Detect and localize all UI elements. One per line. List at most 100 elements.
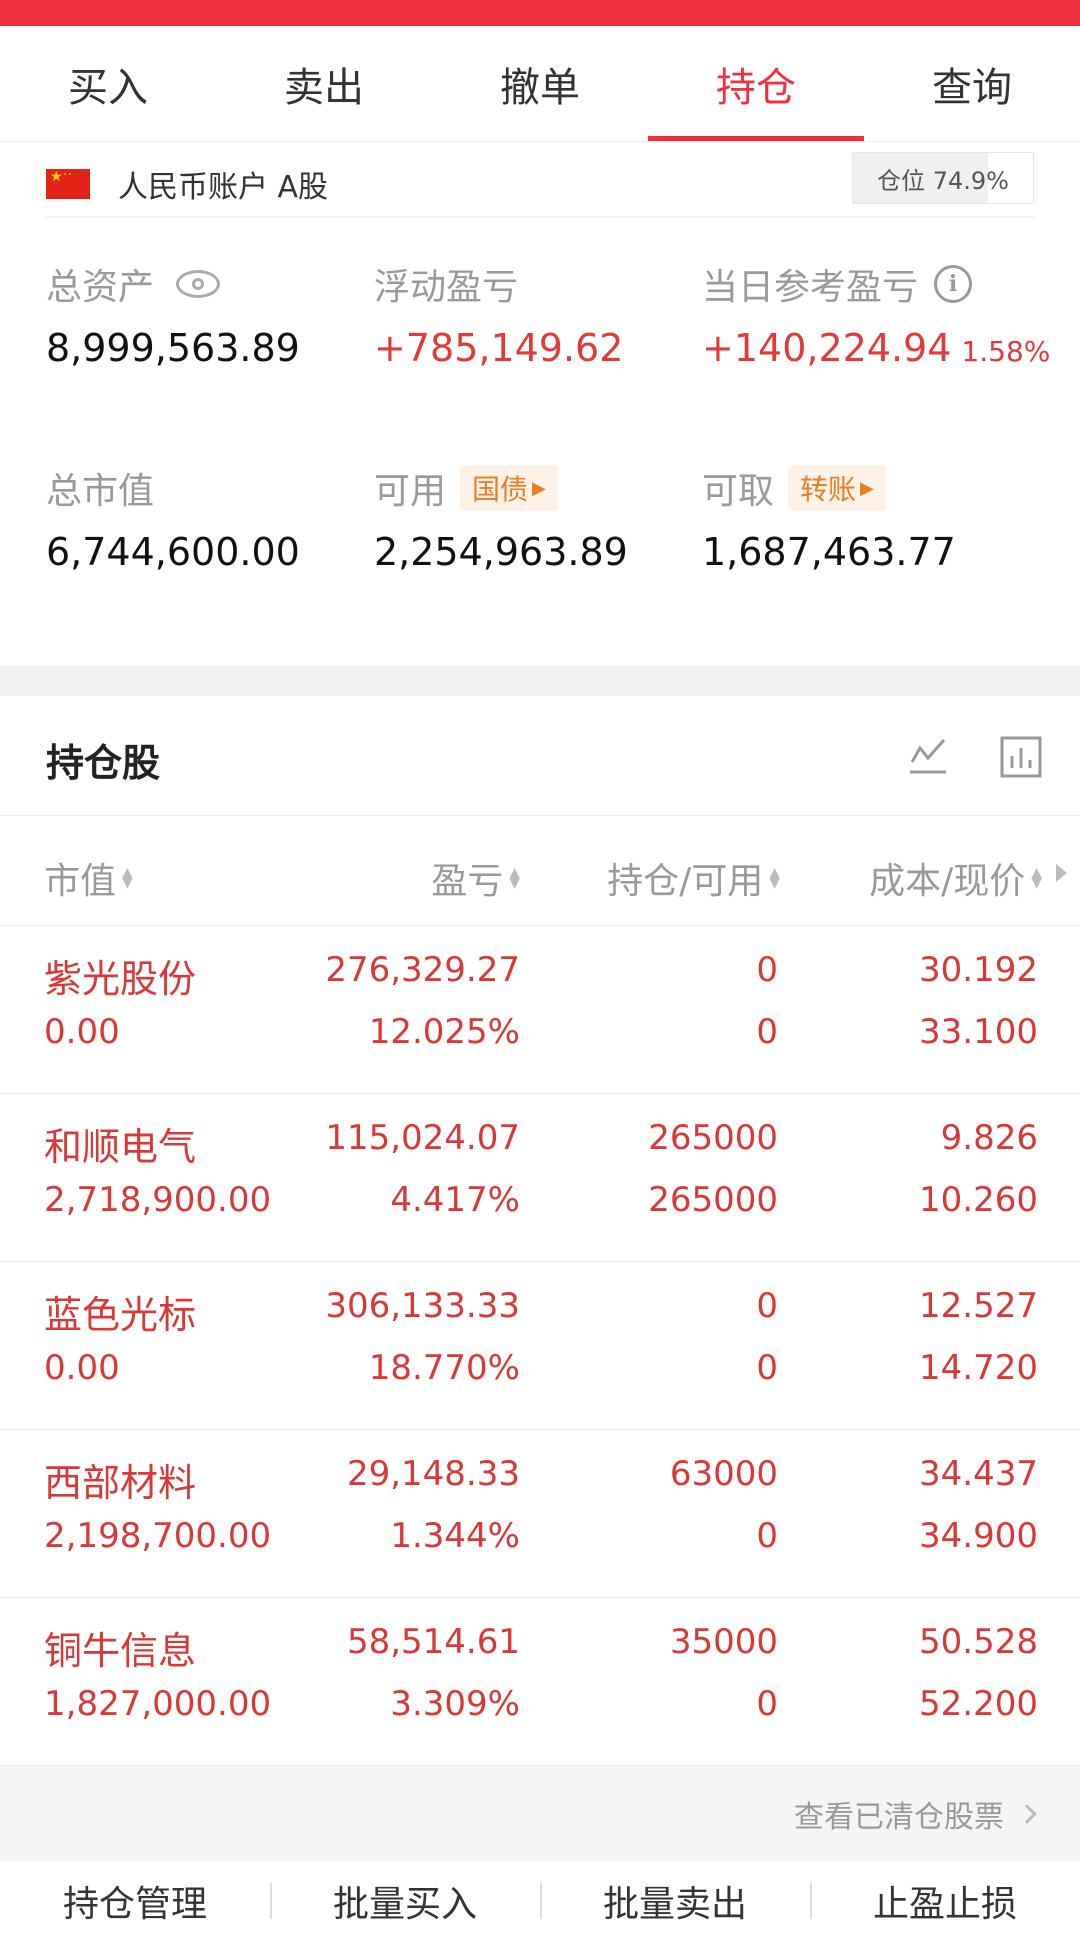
current-price: 33.100: [919, 1012, 1038, 1052]
available-qty: 0: [756, 1684, 778, 1724]
view-cleared-stocks-link[interactable]: 查看已清仓股票: [794, 1792, 1037, 1836]
floating-pnl: 浮动盈亏 +785,149.62: [374, 260, 623, 370]
sort-pnl[interactable]: 盈亏 ▲ ▼: [431, 852, 520, 904]
cost-price: 9.826: [940, 1118, 1038, 1158]
status-bar: [0, 0, 1080, 26]
bottom-action-bar: 持仓管理 批量买入 批量卖出 止盈止损: [0, 1862, 1080, 1940]
floating-pnl-label: 浮动盈亏: [374, 267, 519, 308]
pnl-amount: 115,024.07: [325, 1118, 520, 1158]
pnl-percent: 1.344%: [390, 1516, 520, 1556]
market-value: 0.00: [44, 1012, 120, 1052]
available-qty: 265000: [648, 1180, 778, 1220]
available-qty: 0: [756, 1516, 778, 1556]
tab-cancel[interactable]: 撤单: [432, 26, 648, 141]
holdings-header: 持仓股: [0, 696, 1080, 816]
col-position-label: 持仓/可用: [607, 861, 764, 902]
market-value: 总市值 6,744,600.00: [46, 464, 300, 574]
bar-chart-icon[interactable]: [1000, 736, 1042, 778]
total-assets-value: 8,999,563.89: [46, 326, 300, 370]
tab-buy[interactable]: 买入: [0, 26, 216, 141]
account-selector[interactable]: 人民币账户 A股 仓位 74.9%: [46, 152, 1034, 218]
holdings-column-header: 市值 ▲ ▼ 盈亏 ▲ ▼ 持仓/可用 ▲ ▼ 成本/现价 ▲ ▼: [0, 816, 1080, 926]
holding-row[interactable]: 和顺电气 2,718,900.00 115,024.07 4.417% 2650…: [0, 1094, 1080, 1262]
market-value: 0.00: [44, 1348, 120, 1388]
available-funds: 可用 国债 ▶ 2,254,963.89: [374, 464, 628, 574]
sort-icon: ▲ ▼: [509, 865, 520, 891]
position-qty: 35000: [669, 1622, 778, 1662]
transfer-button[interactable]: 转账 ▶: [788, 465, 886, 511]
stock-name: 铜牛信息: [44, 1629, 197, 1673]
scroll-right-icon[interactable]: [1056, 864, 1067, 882]
position-qty: 0: [756, 950, 778, 990]
tab-sell[interactable]: 卖出: [216, 26, 432, 141]
total-assets-label: 总资产: [46, 267, 155, 308]
total-assets: 总资产 8,999,563.89: [46, 260, 300, 370]
position-qty: 265000: [648, 1118, 778, 1158]
daily-pnl: 当日参考盈亏 i +140,224.94 1.58%: [702, 260, 1050, 370]
holding-row[interactable]: 蓝色光标 0.00 306,133.33 18.770% 0 0 12.527 …: [0, 1262, 1080, 1430]
chevron-right-icon: [1017, 1804, 1037, 1824]
pnl-percent: 4.417%: [390, 1180, 520, 1220]
holding-row[interactable]: 西部材料 2,198,700.00 29,148.33 1.344% 63000…: [0, 1430, 1080, 1598]
position-ratio-badge: 仓位 74.9%: [852, 152, 1034, 204]
withdrawable-value: 1,687,463.77: [702, 530, 956, 574]
available-qty: 0: [756, 1012, 778, 1052]
cost-price: 30.192: [919, 950, 1038, 990]
batch-buy-button[interactable]: 批量买入: [270, 1875, 540, 1927]
stock-name: 紫光股份: [44, 957, 197, 1001]
holdings-list: 紫光股份 0.00 276,329.27 12.025% 0 0 30.192 …: [0, 926, 1080, 1766]
china-flag-icon: [46, 167, 90, 199]
caret-right-icon: ▶: [860, 477, 874, 499]
eye-icon[interactable]: [176, 270, 221, 298]
line-chart-icon[interactable]: [908, 736, 948, 776]
pnl-amount: 276,329.27: [325, 950, 520, 990]
treasury-bond-label: 国债: [472, 473, 529, 506]
stop-profit-loss-button[interactable]: 止盈止损: [810, 1875, 1080, 1927]
sort-icon: ▲ ▼: [1031, 865, 1042, 891]
withdrawable-label: 可取: [702, 471, 775, 512]
holding-row[interactable]: 紫光股份 0.00 276,329.27 12.025% 0 0 30.192 …: [0, 926, 1080, 1094]
col-cost-label: 成本/现价: [869, 861, 1026, 902]
available-label: 可用: [374, 471, 447, 512]
daily-pnl-pct: 1.58%: [961, 335, 1051, 368]
col-market-value-label: 市值: [44, 861, 117, 902]
daily-pnl-value: +140,224.94: [702, 326, 952, 370]
account-label: 人民币账户 A股: [118, 170, 329, 205]
cost-price: 12.527: [919, 1286, 1038, 1326]
sort-market-value[interactable]: 市值 ▲ ▼: [44, 852, 133, 904]
current-price: 34.900: [919, 1516, 1038, 1556]
manage-holdings-button[interactable]: 持仓管理: [0, 1875, 270, 1927]
pnl-percent: 12.025%: [368, 1012, 520, 1052]
info-icon[interactable]: i: [934, 265, 973, 303]
pnl-amount: 29,148.33: [346, 1454, 520, 1494]
pnl-percent: 3.309%: [390, 1684, 520, 1724]
batch-sell-button[interactable]: 批量卖出: [540, 1875, 810, 1927]
daily-pnl-label: 当日参考盈亏: [702, 267, 919, 308]
market-value: 1,827,000.00: [44, 1684, 272, 1724]
tab-holdings[interactable]: 持仓: [648, 26, 864, 141]
view-cleared-stocks-label: 查看已清仓股票: [794, 1800, 1004, 1835]
withdrawable-funds: 可取 转账 ▶ 1,687,463.77: [702, 464, 956, 574]
sort-position[interactable]: 持仓/可用 ▲ ▼: [607, 852, 780, 904]
stock-name: 蓝色光标: [44, 1293, 197, 1337]
sort-cost[interactable]: 成本/现价 ▲ ▼: [869, 852, 1042, 904]
current-price: 14.720: [919, 1348, 1038, 1388]
transfer-label: 转账: [800, 473, 857, 506]
pnl-percent: 18.770%: [368, 1348, 520, 1388]
position-qty: 0: [756, 1286, 778, 1326]
tab-query[interactable]: 查询: [864, 26, 1080, 141]
current-price: 10.260: [919, 1180, 1038, 1220]
caret-right-icon: ▶: [532, 477, 546, 499]
stock-name: 和顺电气: [44, 1125, 197, 1169]
sort-icon: ▲ ▼: [769, 865, 780, 891]
floating-pnl-value: +785,149.62: [374, 326, 624, 370]
current-price: 52.200: [919, 1684, 1038, 1724]
holdings-title: 持仓股: [46, 741, 161, 785]
available-qty: 0: [756, 1348, 778, 1388]
cost-price: 50.528: [919, 1622, 1038, 1662]
market-value: 2,198,700.00: [44, 1516, 272, 1556]
treasury-bond-button[interactable]: 国债 ▶: [460, 465, 558, 511]
holding-row[interactable]: 铜牛信息 1,827,000.00 58,514.61 3.309% 35000…: [0, 1598, 1080, 1766]
market-value-label: 总市值: [46, 471, 155, 512]
market-value-value: 6,744,600.00: [46, 530, 300, 574]
